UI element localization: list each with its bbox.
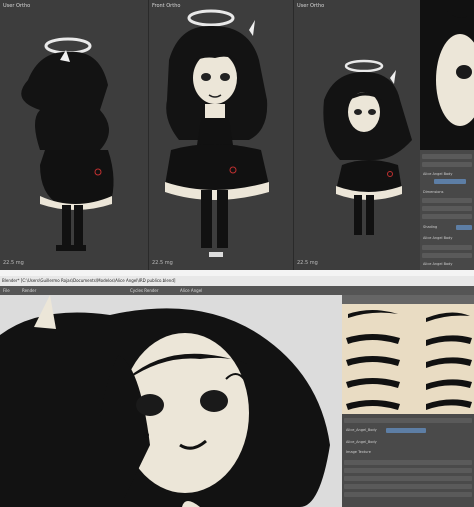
- uv-image-editor[interactable]: [342, 304, 474, 414]
- property-row[interactable]: [344, 492, 472, 497]
- menu-file[interactable]: File: [3, 287, 10, 294]
- character-front-view: [165, 9, 269, 257]
- material-select-button[interactable]: [434, 179, 466, 184]
- eyebrow-texture-sheet: [342, 304, 474, 414]
- viewport-units: 22.5 mg: [152, 260, 173, 266]
- character-face-closeup: [420, 0, 474, 150]
- character-three-quarter-view: [323, 59, 412, 235]
- image-select-button[interactable]: [386, 428, 426, 433]
- viewport-units: 22.5 mg: [297, 260, 318, 266]
- uv-properties-panel: Alice_Angel_Body Alice_Angel_Body Image …: [342, 414, 474, 507]
- viewport-user-ortho-left[interactable]: User Ortho 22.5 mg: [0, 0, 149, 270]
- image-field[interactable]: Alice_Angel_Body: [346, 440, 377, 444]
- viewport-face-closeup[interactable]: [0, 295, 342, 507]
- property-row[interactable]: [344, 460, 472, 465]
- viewport-front-ortho[interactable]: Front Ortho 22.5 mg: [149, 0, 294, 270]
- menu-bar: File Render Cycles Render Alice Angel: [0, 286, 474, 295]
- shading-tab[interactable]: Shading: [423, 225, 437, 229]
- properties-panel: Alice Angel Body Dimensions Shading Alic…: [420, 150, 474, 270]
- toolbar-row[interactable]: [422, 162, 472, 167]
- shading-toggle[interactable]: [456, 225, 472, 230]
- property-row[interactable]: [344, 476, 472, 481]
- dimensions-tab[interactable]: Dimensions: [423, 190, 443, 194]
- image-label: Alice_Angel_Body: [346, 428, 377, 432]
- image-texture-label: Image Texture: [346, 450, 371, 454]
- toolbar-row[interactable]: [422, 154, 472, 159]
- checkbox-label[interactable]: Alice Angel Body: [423, 262, 452, 266]
- viewport-user-ortho-right[interactable]: User Ortho 22.5 mg: [294, 0, 421, 270]
- property-row[interactable]: [422, 214, 472, 219]
- object-name-label: Alice Angel Body: [423, 172, 453, 176]
- scene-select[interactable]: Alice Angel: [180, 287, 202, 294]
- menu-render[interactable]: Render: [22, 287, 36, 294]
- window-title-bar: Blender* [C:\Users\Guillermo Rojas\Docum…: [0, 276, 474, 286]
- property-row[interactable]: [422, 253, 472, 258]
- character-side-view: [21, 37, 114, 251]
- property-row[interactable]: [422, 245, 472, 250]
- top-blender-window: User Ortho 22.5 mg Front Ortho 22.5 mg U…: [0, 0, 474, 270]
- property-row[interactable]: [422, 198, 472, 203]
- uv-editor-header: [342, 295, 474, 304]
- toolbar-row[interactable]: [344, 418, 472, 423]
- property-row[interactable]: [344, 484, 472, 489]
- render-engine-select[interactable]: Cycles Render: [130, 287, 159, 294]
- property-row[interactable]: [422, 206, 472, 211]
- character-face-large: [0, 295, 342, 507]
- viewport-units: 22.5 mg: [3, 260, 24, 266]
- material-name: Alice Angel Body: [423, 236, 453, 240]
- viewport-closeup[interactable]: [420, 0, 474, 150]
- property-row[interactable]: [344, 468, 472, 473]
